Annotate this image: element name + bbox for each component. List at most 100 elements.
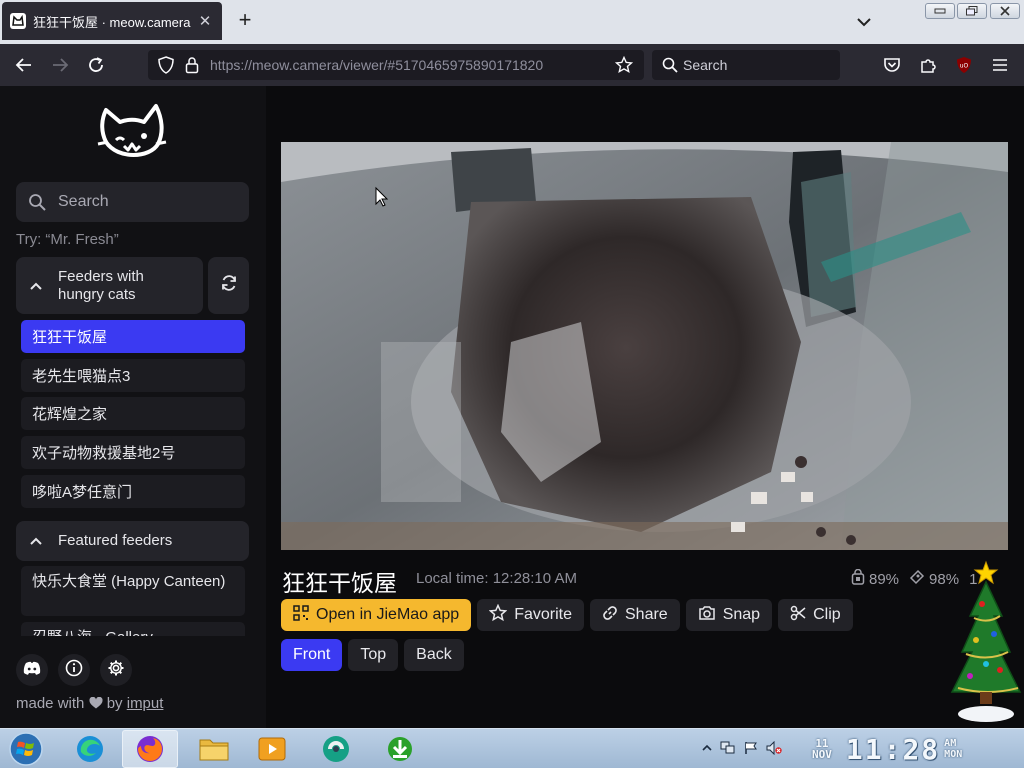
gear-icon — [107, 659, 125, 682]
window-minimize-button[interactable] — [925, 3, 955, 19]
view-top-button[interactable]: Top — [348, 639, 399, 671]
tray-expand-icon[interactable] — [702, 741, 712, 760]
clock-month: NOV — [812, 748, 832, 761]
taskbar-edge-icon[interactable] — [62, 730, 118, 768]
taskbar-firefox-icon[interactable] — [122, 730, 178, 768]
extensions-puzzle-icon[interactable] — [918, 55, 938, 75]
favorite-button[interactable]: Favorite — [477, 599, 584, 631]
hungry-feeders-group-label: Feeders with hungry cats — [58, 267, 144, 303]
featured-feeder-item[interactable]: 快乐大食堂 (Happy Canteen) — [21, 566, 245, 616]
url-bar[interactable]: https://meow.camera/viewer/#517046597589… — [148, 50, 644, 80]
local-time-label: Local time: — [416, 570, 489, 587]
tray-network-icon[interactable] — [720, 741, 736, 760]
featured-feeders-group-toggle[interactable]: Featured feeders — [16, 521, 249, 561]
browser-tab-active[interactable]: 狂狂干饭屋 · meow.camera ✕ — [2, 2, 222, 40]
refresh-feeders-button[interactable] — [208, 257, 249, 314]
open-in-app-label: Open in JieMao app — [316, 606, 460, 623]
pocket-icon[interactable] — [882, 55, 902, 75]
back-arrow-icon[interactable] — [14, 55, 34, 75]
action-button-row: Open in JieMao app Favorite Share Snap C… — [281, 599, 859, 631]
feeder-item[interactable]: 老先生喂猫点3 — [21, 359, 245, 392]
clock-am: AM — [944, 738, 957, 749]
info-button[interactable] — [58, 654, 90, 686]
camera-icon — [698, 605, 723, 626]
qr-code-icon — [293, 604, 316, 626]
featured-feeders-list[interactable]: 快乐大食堂 (Happy Canteen) 忍野八海 · Gallery — [16, 564, 249, 636]
star-icon — [488, 603, 514, 627]
svg-text:uO: uO — [960, 63, 969, 70]
snap-label: Snap — [722, 606, 761, 623]
url-host: https://meow.camera — [210, 57, 340, 73]
search-icon — [660, 55, 680, 75]
clock-date: 11 NOV — [812, 738, 832, 760]
camera-video-stream[interactable] — [281, 142, 1008, 550]
made-with-text: made with — [16, 695, 85, 712]
share-button[interactable]: Share — [590, 599, 680, 631]
view-back-button[interactable]: Back — [404, 639, 464, 671]
tab-title: 狂狂干饭屋 · meow.camera — [33, 14, 191, 30]
clip-button[interactable]: Clip — [778, 599, 853, 631]
scissors-icon — [790, 605, 813, 626]
clock-ampm: AM MON — [944, 738, 962, 760]
hungry-feeders-group-toggle[interactable]: Feeders with hungry cats — [16, 257, 203, 314]
browser-search-bar[interactable]: Search — [652, 50, 840, 80]
bookmark-star-icon[interactable] — [614, 55, 634, 75]
camera-view-selector: Front Top Back — [281, 639, 470, 671]
new-tab-icon[interactable]: + — [234, 9, 256, 32]
featured-feeder-item[interactable]: 忍野八海 · Gallery — [21, 622, 245, 636]
discord-button[interactable] — [16, 654, 48, 686]
camera-name: 狂狂干饭屋 — [282, 570, 397, 596]
christmas-tree-gadget-icon — [936, 560, 1024, 728]
favorite-label: Favorite — [514, 606, 572, 623]
share-label: Share — [625, 606, 668, 623]
discord-icon — [23, 661, 41, 680]
windows-taskbar: 11 NOV 11:28 AM MON — [0, 728, 1024, 768]
browser-nav-bar: https://meow.camera/viewer/#517046597589… — [0, 44, 1024, 86]
url-path: /viewer/#5170465975890171820 — [339, 57, 544, 73]
food-bowl-icon — [909, 569, 929, 589]
chevron-up-icon — [28, 278, 44, 294]
taskbar-app-globe-icon[interactable] — [308, 730, 364, 768]
tray-action-center-flag-icon[interactable] — [744, 741, 758, 760]
window-restore-button[interactable] — [957, 3, 987, 19]
taskbar-clock[interactable]: 11 NOV 11:28 AM MON — [812, 733, 962, 766]
browser-tab-bar: 狂狂干饭屋 · meow.camera ✕ + — [0, 0, 1024, 44]
feeder-item[interactable]: 欢子动物救援基地2号 — [21, 436, 245, 469]
tab-list-chevron-icon[interactable] — [854, 12, 874, 32]
imput-link[interactable]: imput — [127, 695, 164, 712]
clip-label: Clip — [813, 606, 841, 623]
ublock-origin-icon[interactable]: uO — [954, 55, 974, 75]
tray-volume-muted-icon[interactable] — [766, 740, 782, 760]
by-text: by — [106, 695, 123, 712]
taskbar-file-explorer-icon[interactable] — [186, 730, 242, 768]
clock-weekday: MON — [944, 749, 963, 760]
feeder-search-placeholder: Search — [58, 193, 109, 210]
open-in-app-button[interactable]: Open in JieMao app — [281, 599, 472, 631]
heart-icon — [89, 696, 103, 713]
view-front-button[interactable]: Front — [281, 639, 343, 671]
settings-button[interactable] — [100, 654, 132, 686]
start-button[interactable] — [6, 731, 46, 767]
tracking-shield-icon[interactable] — [156, 55, 176, 75]
snap-button[interactable]: Snap — [685, 599, 773, 631]
meow-camera-cat-logo-icon[interactable] — [96, 100, 168, 164]
feeder-search-input[interactable]: Search — [16, 182, 249, 222]
taskbar-media-player-icon[interactable] — [244, 730, 300, 768]
hamburger-menu-icon[interactable] — [990, 55, 1010, 75]
taskbar-download-manager-icon[interactable] — [372, 730, 428, 768]
feeder-item-active[interactable]: 狂狂干饭屋 — [21, 320, 245, 353]
url-text[interactable]: https://meow.camera/viewer/#517046597589… — [210, 57, 543, 73]
tab-close-icon[interactable]: ✕ — [196, 12, 214, 30]
forward-arrow-icon[interactable] — [50, 55, 70, 75]
battery-lock-icon — [851, 568, 869, 589]
camera-viewer: 狂狂干饭屋 Local time: 12:28:10 AM 89% 98% 1 … — [266, 86, 1024, 728]
lock-icon[interactable] — [182, 55, 202, 75]
reload-icon[interactable] — [86, 55, 106, 75]
window-close-button[interactable] — [990, 3, 1020, 19]
system-tray — [702, 740, 782, 760]
featured-feeders-group-label: Featured feeders — [58, 532, 173, 549]
refresh-icon — [220, 274, 238, 297]
feeder-item[interactable]: 花辉煌之家 — [21, 397, 245, 430]
feeder-item[interactable]: 哆啦A梦任意门 — [21, 475, 245, 508]
battery-stat: 89% — [851, 568, 899, 589]
